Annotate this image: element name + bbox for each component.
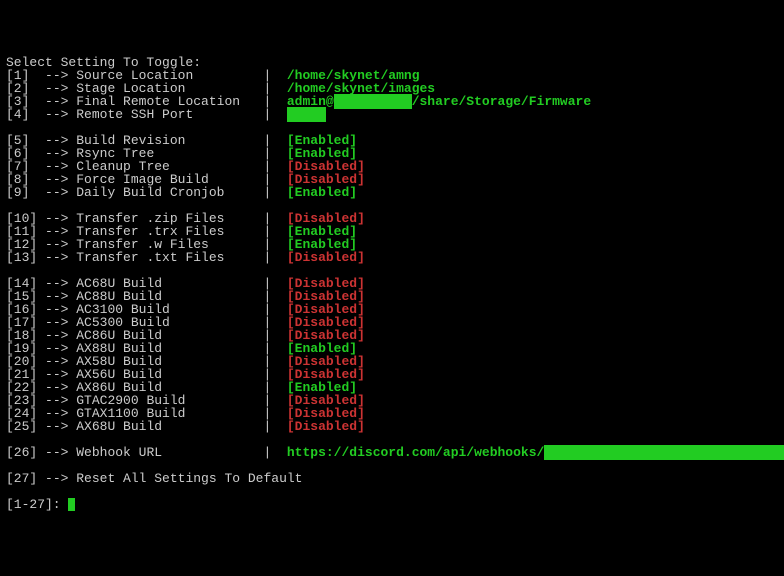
item-label: Remote SSH Port xyxy=(76,107,263,122)
cursor-icon xyxy=(68,498,75,511)
item-number: [13] xyxy=(6,250,45,265)
prompt-line[interactable]: [1-27]: xyxy=(6,498,778,511)
pipe-separator: | xyxy=(263,445,286,460)
item-value: [Disabled] xyxy=(287,250,365,265)
arrow-icon: --> xyxy=(45,445,76,460)
menu-item-26[interactable]: [26] --> Webhook URL | https://discord.c… xyxy=(6,446,778,459)
item-label: Daily Build Cronjob xyxy=(76,185,263,200)
pipe-separator: | xyxy=(263,250,286,265)
arrow-icon: --> xyxy=(45,471,76,486)
item-label: Reset All Settings To Default xyxy=(76,471,302,486)
pipe-separator: | xyxy=(263,419,286,434)
pipe-separator: | xyxy=(263,107,286,122)
menu-item-4[interactable]: [4] --> Remote SSH Port | xyxy=(6,108,778,121)
redacted-value xyxy=(544,445,784,460)
item-number: [4] xyxy=(6,107,45,122)
arrow-icon: --> xyxy=(45,185,76,200)
menu-item-27[interactable]: [27] --> Reset All Settings To Default xyxy=(6,472,778,485)
terminal-menu: Select Setting To Toggle:[1] --> Source … xyxy=(6,56,778,511)
redacted-value xyxy=(334,94,412,109)
item-number: [27] xyxy=(6,471,45,486)
item-number: [25] xyxy=(6,419,45,434)
item-label: Transfer .txt Files xyxy=(76,250,263,265)
item-number: [9] xyxy=(6,185,45,200)
item-value: /share/Storage/Firmware xyxy=(412,94,591,109)
arrow-icon: --> xyxy=(45,107,76,122)
redacted-value xyxy=(287,107,326,122)
item-number: [26] xyxy=(6,445,45,460)
item-label: AX68U Build xyxy=(76,419,263,434)
arrow-icon: --> xyxy=(45,419,76,434)
menu-item-13[interactable]: [13] --> Transfer .txt Files | [Disabled… xyxy=(6,251,778,264)
prompt-text: [1-27]: xyxy=(6,497,68,512)
item-value: https://discord.com/api/webhooks/ xyxy=(287,445,544,460)
arrow-icon: --> xyxy=(45,250,76,265)
item-value: [Enabled] xyxy=(287,185,357,200)
item-label: Webhook URL xyxy=(76,445,263,460)
menu-item-9[interactable]: [9] --> Daily Build Cronjob | [Enabled] xyxy=(6,186,778,199)
item-value: [Disabled] xyxy=(287,419,365,434)
pipe-separator: | xyxy=(263,185,286,200)
menu-item-25[interactable]: [25] --> AX68U Build | [Disabled] xyxy=(6,420,778,433)
